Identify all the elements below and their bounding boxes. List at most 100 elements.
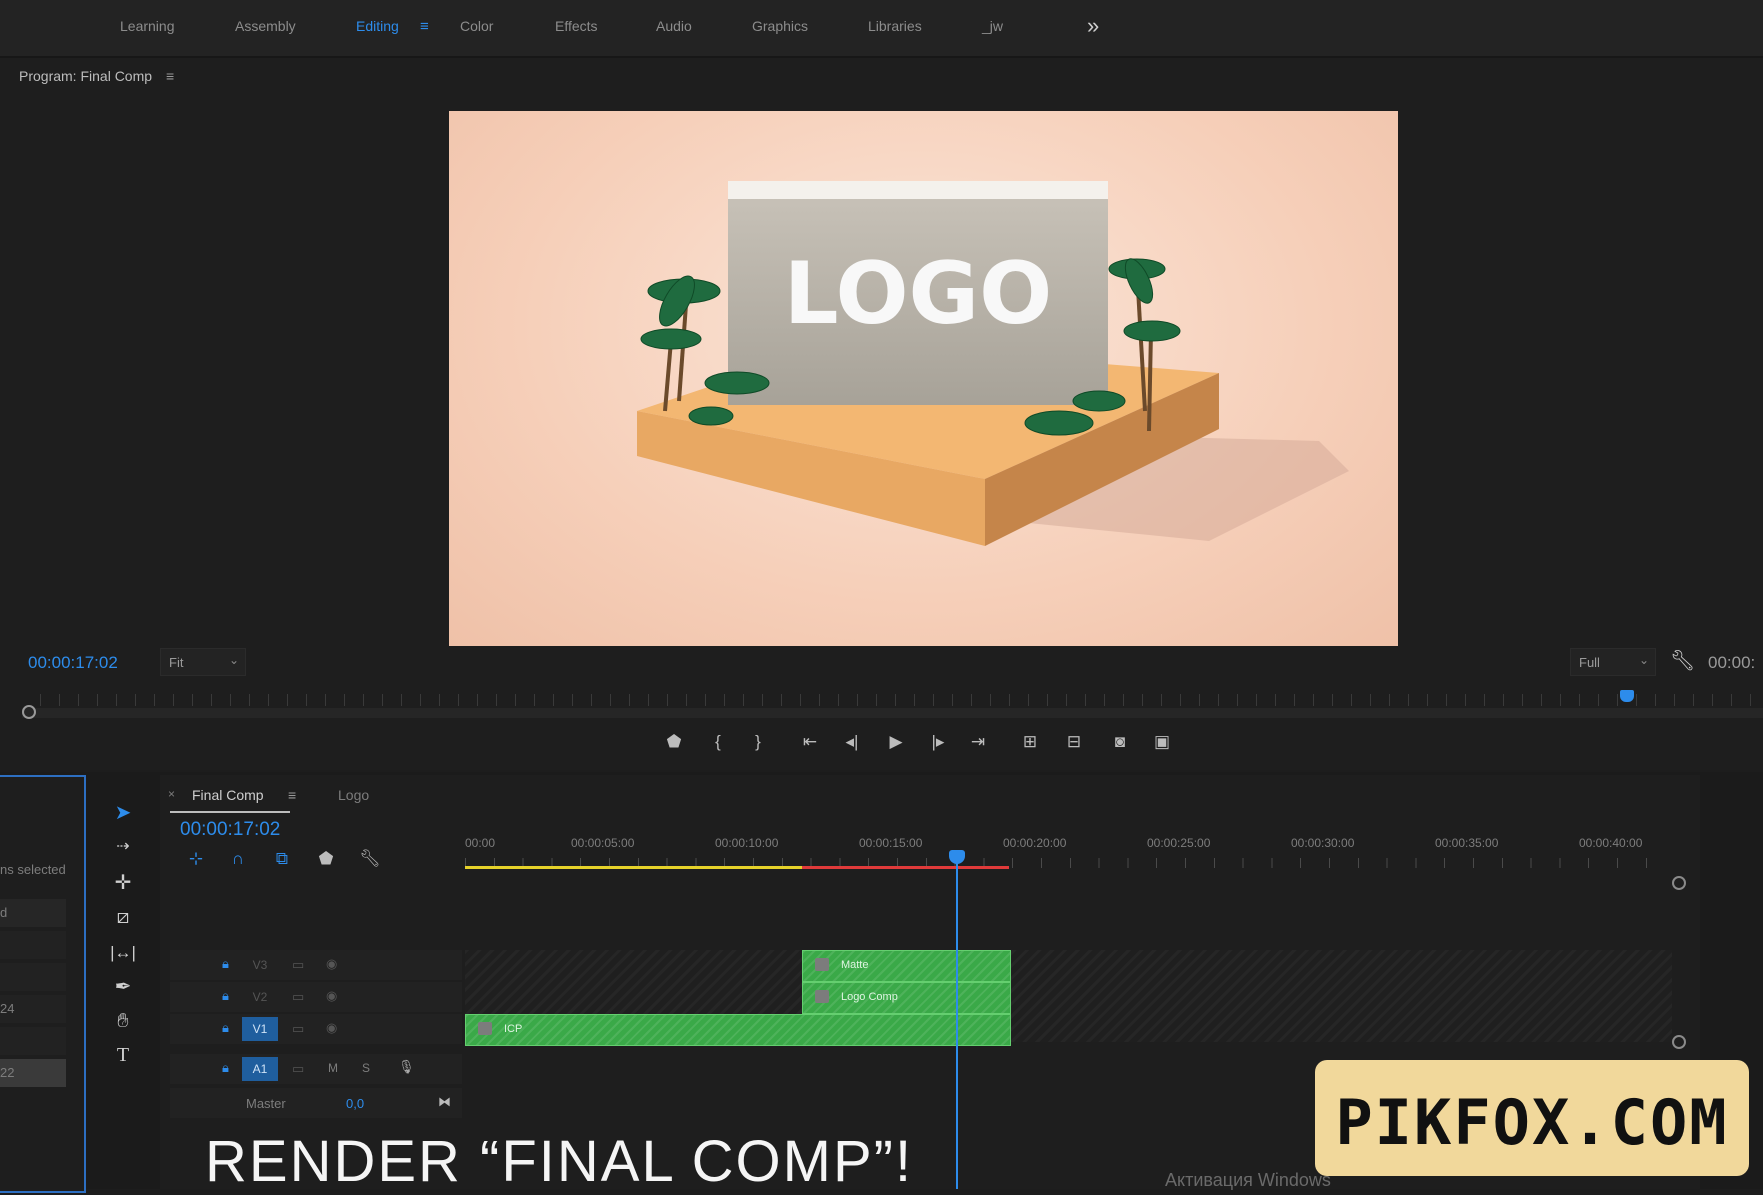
mark-out-icon[interactable]: } xyxy=(744,732,772,752)
clip-matte[interactable]: Matte xyxy=(801,950,1012,982)
workspace-tab-color[interactable]: Color xyxy=(460,18,493,34)
go-to-end-icon[interactable]: ⧓ xyxy=(438,1094,451,1110)
program-playhead[interactable] xyxy=(1620,690,1634,702)
track-select-tool-icon[interactable]: ⇢ xyxy=(108,834,138,860)
track-header-v1[interactable]: 🔒︎ V1 ▭ ◉ xyxy=(170,1014,462,1044)
sync-lock-icon[interactable]: ▭ xyxy=(292,1061,304,1077)
program-timecode[interactable]: 00:00:17:02 xyxy=(28,653,118,673)
clip-fx-icon xyxy=(814,990,829,1003)
watermark-text: PIKFOX.COM xyxy=(1335,1086,1729,1159)
quality-dropdown-value: Full xyxy=(1579,655,1600,670)
quality-dropdown[interactable]: Full ⌄ xyxy=(1570,648,1656,676)
track-target-a1[interactable]: A1 xyxy=(242,1057,278,1081)
timeline-timecode[interactable]: 00:00:17:02 xyxy=(180,819,280,841)
sync-lock-icon[interactable]: ▭ xyxy=(292,957,304,973)
transport-controls: ⬟ { } ⇤ ◂| ▶ |▸ ⇥ ⊞ ⊟ ◙ ▣ xyxy=(660,732,1220,758)
eye-icon[interactable]: ◉ xyxy=(326,956,337,972)
mark-in-icon[interactable]: { xyxy=(704,732,732,752)
play-icon[interactable]: ▶ xyxy=(882,732,910,752)
workspace-tab-assembly[interactable]: Assembly xyxy=(235,18,296,34)
snap-icon[interactable]: ∩ xyxy=(224,849,252,869)
ruler-ticks xyxy=(40,694,1760,706)
sync-lock-icon[interactable]: ▭ xyxy=(292,1021,304,1037)
workspace-tab-learning[interactable]: Learning xyxy=(120,18,175,34)
tab-final-comp[interactable]: Final Comp ≡ xyxy=(170,783,296,813)
workspace-tab-jw[interactable]: _jw xyxy=(982,18,1003,34)
solo-button[interactable]: S xyxy=(362,1061,370,1075)
scroll-handle-top[interactable] xyxy=(1672,876,1686,890)
workspace-tab-effects[interactable]: Effects xyxy=(555,18,598,34)
go-to-in-icon[interactable]: ⇤ xyxy=(796,732,824,752)
track-target-v2[interactable]: V2 xyxy=(242,985,278,1009)
workspace-overflow-icon[interactable]: » xyxy=(1087,13,1099,39)
workspace-menu-icon[interactable]: ≡ xyxy=(420,18,429,35)
zoom-handle[interactable] xyxy=(22,705,36,719)
logo-scene-image: LOGO xyxy=(637,181,1349,546)
timeline-ruler[interactable]: 00:00 00:00:05:00 00:00:10:00 00:00:15:00 00… xyxy=(465,828,1665,869)
step-forward-icon[interactable]: |▸ xyxy=(924,732,952,752)
logo-text: LOGO xyxy=(784,244,1053,344)
track-target-v3[interactable]: V3 xyxy=(242,953,278,977)
go-to-out-icon[interactable]: ⇥ xyxy=(964,732,992,752)
clip-icp[interactable]: ICP xyxy=(465,1014,1012,1046)
chevron-down-icon: ⌄ xyxy=(1638,653,1649,667)
fit-dropdown-value: Fit xyxy=(169,655,184,670)
clip-fx-icon xyxy=(478,1022,492,1035)
workspace-tab-graphics[interactable]: Graphics xyxy=(752,18,808,34)
workspace-tab-editing[interactable]: Editing xyxy=(356,18,399,34)
settings-wrench-icon[interactable]: 🔧︎ xyxy=(1670,648,1695,673)
export-frame-icon[interactable]: ◙ xyxy=(1106,732,1134,752)
nest-toggle-icon[interactable]: ⊹ xyxy=(182,849,210,869)
eye-icon[interactable]: ◉ xyxy=(326,988,337,1004)
clip-logo-comp[interactable]: Logo Comp xyxy=(801,982,1012,1014)
master-volume-value[interactable]: 0,0 xyxy=(346,1096,364,1111)
add-marker-icon[interactable]: ⬟ xyxy=(312,849,340,869)
insert-icon[interactable]: ⊞ xyxy=(1016,732,1044,752)
ruler-label: 00:00:15:00 xyxy=(859,836,923,850)
ruler-label: 00:00:10:00 xyxy=(715,836,779,850)
overwrite-icon[interactable]: ⊟ xyxy=(1060,732,1088,752)
mute-button[interactable]: M xyxy=(328,1061,338,1075)
render-bar-red xyxy=(801,866,1010,869)
voiceover-record-icon[interactable]: 🎙︎ xyxy=(398,1059,415,1075)
track-target-v1[interactable]: V1 xyxy=(242,1017,278,1041)
list-item[interactable]: d xyxy=(0,899,66,927)
list-item-text: d xyxy=(0,905,8,920)
marker-icon[interactable]: ⬟ xyxy=(660,732,688,752)
workspace-tab-audio[interactable]: Audio xyxy=(656,18,692,34)
zoom-scrollbar[interactable] xyxy=(22,708,1763,718)
windows-activation-text: Активация Windows xyxy=(1165,1170,1331,1190)
lock-icon[interactable]: 🔒︎ xyxy=(222,1020,229,1036)
ruler-label: 00:00:25:00 xyxy=(1147,836,1211,850)
lock-icon[interactable]: 🔒︎ xyxy=(222,956,229,972)
razor-tool-icon[interactable]: ⧄ xyxy=(108,904,138,930)
ripple-edit-tool-icon[interactable]: ✛ xyxy=(108,870,138,896)
playhead-head[interactable] xyxy=(948,850,965,864)
workspace-tab-libraries[interactable]: Libraries xyxy=(868,18,922,34)
sync-lock-icon[interactable]: ▭ xyxy=(292,989,304,1005)
selection-tool-icon[interactable]: ➤ xyxy=(108,800,138,826)
track-header-a1[interactable]: 🔒︎ A1 ▭ M S 🎙︎ xyxy=(170,1054,462,1084)
step-back-icon[interactable]: ◂| xyxy=(838,732,866,752)
master-track-header: Master 0,0 ⧓ xyxy=(170,1088,462,1118)
linked-selection-icon[interactable]: ⧉ xyxy=(268,849,296,869)
program-time-ruler[interactable] xyxy=(22,690,1763,720)
clip-fx-icon xyxy=(814,958,829,971)
tab-logo[interactable]: Logo xyxy=(338,783,398,811)
timeline-settings-icon[interactable]: 🔧︎ xyxy=(356,849,384,869)
comparison-view-icon[interactable]: ▣ xyxy=(1148,732,1176,752)
scroll-handle-bottom[interactable] xyxy=(1672,1035,1686,1049)
panel-menu-icon[interactable]: ≡ xyxy=(166,68,174,84)
track-header-v3[interactable]: 🔒︎ V3 ▭ ◉ xyxy=(170,950,462,980)
chevron-down-icon: ⌄ xyxy=(228,653,239,667)
lock-icon[interactable]: 🔒︎ xyxy=(222,1060,229,1076)
timeline-playhead[interactable] xyxy=(948,850,965,1189)
clip-label: Logo Comp xyxy=(840,991,898,1003)
video-frame: LOGO xyxy=(449,111,1398,646)
track-header-v2[interactable]: 🔒︎ V2 ▭ ◉ xyxy=(170,982,462,1012)
panel-menu-icon[interactable]: ≡ xyxy=(288,787,296,803)
items-selected-text: ns selected xyxy=(0,862,66,877)
fit-dropdown[interactable]: Fit ⌄ xyxy=(160,648,246,676)
eye-icon[interactable]: ◉ xyxy=(326,1020,337,1036)
lock-icon[interactable]: 🔒︎ xyxy=(222,988,229,1004)
